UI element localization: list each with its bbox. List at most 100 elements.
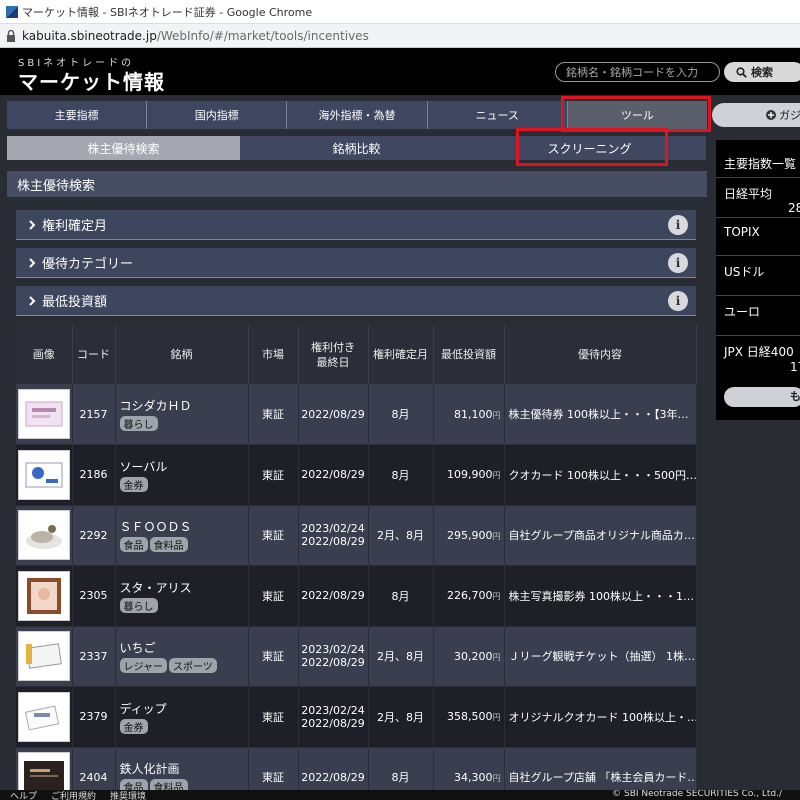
- plus-circle-icon: [766, 110, 776, 120]
- column-header-last-date[interactable]: 権利付き 最終日: [298, 325, 369, 384]
- stock-name-link[interactable]: スタ・アリス: [120, 579, 248, 596]
- image-cell: [16, 505, 73, 566]
- sidebar-item-label: JPX 日経400: [724, 345, 794, 359]
- stock-name-link[interactable]: 鉄人化計画: [120, 760, 248, 777]
- stock-thumbnail[interactable]: [17, 510, 70, 561]
- category-tag[interactable]: 暮らし: [119, 416, 158, 431]
- info-icon[interactable]: i: [668, 253, 688, 273]
- table-row[interactable]: 2292 ＳＦＯＯＤＳ 食品 食料品 東証 2023/02/24 2022/08/29 2月、…: [16, 505, 697, 566]
- stock-name-link[interactable]: ディップ: [120, 700, 248, 717]
- price-value: 295,900: [447, 528, 493, 542]
- sidebar-item-usd[interactable]: USドル: [716, 255, 800, 295]
- column-header-code[interactable]: コード: [72, 325, 116, 384]
- category-tag[interactable]: 食料品: [149, 537, 188, 553]
- column-header-min-investment[interactable]: 最低投資額: [433, 325, 505, 384]
- footer-env-link[interactable]: 推奨環境: [110, 790, 146, 800]
- sidebar-item-label: 日経平均: [724, 187, 773, 201]
- table-row[interactable]: 2186 ソーバル 金券 東証 2022/08/29 8月 109,900円 クオカード 10…: [16, 444, 697, 506]
- copyright-text: © SBI Neotrade SECURITIES Co., Ltd./: [612, 790, 782, 799]
- tab-stock-compare[interactable]: 銘柄比較: [240, 136, 473, 160]
- rights-month-cell: 8月: [368, 565, 434, 627]
- stock-name-link[interactable]: ソーバル: [120, 458, 248, 475]
- site-logo[interactable]: マーケット情報: [18, 66, 165, 95]
- chevron-right-icon: [29, 257, 36, 268]
- sidebar-item-label: USドル: [724, 265, 765, 279]
- address-bar[interactable]: kabuita.sbineotrade.jp/WebInfo/#/market/…: [0, 24, 800, 48]
- table-row[interactable]: 2337 いちご レジャー スポーツ 東証 2023/02/24 2022/08/29 2月、…: [16, 626, 697, 687]
- category-tag[interactable]: 食品: [119, 537, 148, 553]
- sidebar-item-euro[interactable]: ユーロ: [716, 295, 800, 335]
- market-cell: 東証: [248, 384, 299, 445]
- sidebar-item-jpx400[interactable]: JPX 日経400: [716, 335, 800, 380]
- benefit-cell: 自社グループ商品オリジナル商品カ…: [504, 505, 697, 566]
- footer-help-link[interactable]: ヘルプ: [10, 790, 37, 800]
- name-cell: ＳＦＯＯＤＳ 食品 食料品: [115, 505, 249, 566]
- stock-name-link[interactable]: いちご: [120, 639, 248, 656]
- image-cell: [16, 384, 73, 445]
- image-cell: [16, 626, 73, 687]
- stock-thumbnail[interactable]: [17, 449, 70, 500]
- category-tag[interactable]: 金券: [119, 718, 148, 734]
- column-header-rights-month[interactable]: 権利確定月: [368, 325, 434, 384]
- table-row[interactable]: 2305 スタ・アリス 暮らし 東証 2022/08/29 8月 226,700円 株主写真撮…: [16, 565, 697, 627]
- sidebar-item-label: TOPIX: [724, 225, 760, 239]
- panel-title: 株主優待検索: [7, 171, 707, 197]
- window-title: マーケット情報 - SBIネオトレード証券 - Google Chrome: [22, 5, 313, 19]
- stock-name-link[interactable]: コシダカＨＤ: [120, 397, 248, 414]
- last-date-cell: 2023/02/24 2022/08/29: [298, 626, 369, 687]
- search-input[interactable]: [555, 62, 720, 82]
- info-icon[interactable]: i: [668, 215, 688, 235]
- last-date: 2022/08/29: [301, 468, 365, 482]
- column-header-name[interactable]: 銘柄: [115, 325, 249, 384]
- market-cell: 東証: [248, 686, 299, 748]
- filter-accordion-min-investment[interactable]: 最低投資額 i: [16, 286, 696, 316]
- column-header-benefit: 優待内容: [504, 325, 697, 384]
- min-investment-cell: 226,700円: [433, 565, 505, 627]
- column-header-market[interactable]: 市場: [248, 325, 299, 384]
- code-cell: 2305: [72, 565, 116, 627]
- thumbnail-food-icon: [25, 525, 62, 550]
- name-cell: ディップ 金券: [115, 686, 249, 748]
- rights-month-cell: 2月、8月: [368, 686, 434, 748]
- category-tag[interactable]: 暮らし: [119, 597, 158, 613]
- window-titlebar: マーケット情報 - SBIネオトレード証券 - Google Chrome: [0, 0, 800, 24]
- table-row[interactable]: 2157 コシダカＨＤ 暮らし 東証 2022/08/29 8月 81,100円 株主優待券 …: [16, 384, 697, 445]
- stock-thumbnail[interactable]: [17, 631, 70, 682]
- last-date-cell: 2023/02/24 2022/08/29: [298, 505, 369, 566]
- info-icon[interactable]: i: [668, 291, 688, 311]
- table-row[interactable]: 2379 ディップ 金券 東証 2023/02/24 2022/08/29 2月、8月 358…: [16, 686, 697, 748]
- last-date-line-2: 最終日: [316, 355, 350, 369]
- image-cell: [16, 686, 73, 748]
- last-date-cell: 2022/08/29: [298, 384, 369, 445]
- category-tag[interactable]: 金券: [119, 476, 148, 492]
- min-investment-cell: 295,900円: [433, 505, 505, 566]
- search-button[interactable]: 検索: [724, 62, 800, 82]
- name-cell: いちごレジャー スポーツ: [115, 626, 249, 687]
- filter-accordion-rights-month[interactable]: 権利確定月 i: [16, 210, 696, 240]
- stock-thumbnail[interactable]: [17, 389, 70, 439]
- nav-item-overseas-forex[interactable]: 海外指標・為替: [287, 101, 428, 129]
- stock-thumbnail[interactable]: [17, 691, 70, 742]
- nav-item-news[interactable]: ニュース: [428, 101, 568, 129]
- footer-terms-link[interactable]: ご利用規約: [51, 790, 96, 800]
- market-cell: 東証: [248, 565, 299, 627]
- image-cell: [16, 565, 73, 627]
- search-icon: [736, 66, 747, 78]
- nav-item-domestic-indices[interactable]: 国内指標: [147, 101, 288, 129]
- url-host: kabuita.sbineotrade.jp: [22, 28, 157, 43]
- category-tag[interactable]: レジャー: [119, 658, 167, 674]
- tab-incentive-search[interactable]: 株主優待検索: [7, 136, 240, 160]
- nav-item-major-indices[interactable]: 主要指標: [7, 101, 148, 129]
- add-gadget-button[interactable]: ガジ: [712, 103, 800, 127]
- market-cell: 東証: [248, 626, 299, 687]
- filter-accordion-category[interactable]: 優待カテゴリー i: [16, 248, 696, 278]
- rights-month-cell: 2月、8月: [368, 505, 434, 566]
- stock-name-link[interactable]: ＳＦＯＯＤＳ: [120, 518, 248, 535]
- sidebar-item-topix[interactable]: TOPIX: [716, 217, 800, 255]
- sidebar-more-button[interactable]: も: [724, 387, 800, 407]
- last-date-line-1: 権利付き: [311, 340, 355, 354]
- category-tag[interactable]: スポーツ: [169, 658, 217, 674]
- stock-thumbnail[interactable]: [17, 570, 70, 621]
- last-date: 2022/08/29: [301, 770, 365, 784]
- min-investment-cell: 30,200円: [433, 626, 505, 687]
